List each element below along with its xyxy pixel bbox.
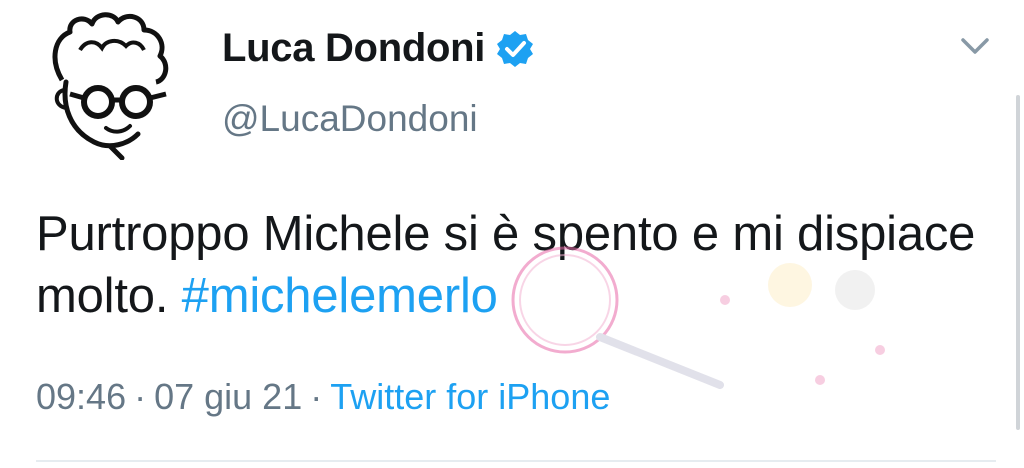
- scrollbar[interactable]: [1016, 95, 1020, 430]
- tweet-time[interactable]: 09:46: [36, 376, 126, 417]
- meta-separator: ·: [134, 376, 147, 417]
- tweet-card: Luca Dondoni @LucaDondoni Purtroppo Mich…: [0, 0, 1024, 468]
- author-row[interactable]: Luca Dondoni: [222, 26, 535, 71]
- tweet-meta: 09:46 · 07 giu 21 · Twitter for iPhone: [36, 376, 610, 418]
- author-handle[interactable]: @LucaDondoni: [222, 98, 478, 140]
- divider: [36, 460, 996, 462]
- hashtag-link[interactable]: #michelemerlo: [182, 269, 498, 323]
- tweet-source-link[interactable]: Twitter for iPhone: [330, 376, 610, 417]
- tweet-text: Purtroppo Michele si è spento e mi dispi…: [36, 203, 996, 327]
- display-name[interactable]: Luca Dondoni: [222, 26, 485, 71]
- verified-badge-icon: [497, 30, 534, 67]
- meta-separator-2: ·: [310, 376, 323, 417]
- avatar[interactable]: [40, 10, 180, 160]
- chevron-down-icon[interactable]: [955, 32, 995, 62]
- tweet-date[interactable]: 07 giu 21: [154, 376, 302, 417]
- tweet-body: Purtroppo Michele si è spento e mi dispi…: [36, 207, 976, 323]
